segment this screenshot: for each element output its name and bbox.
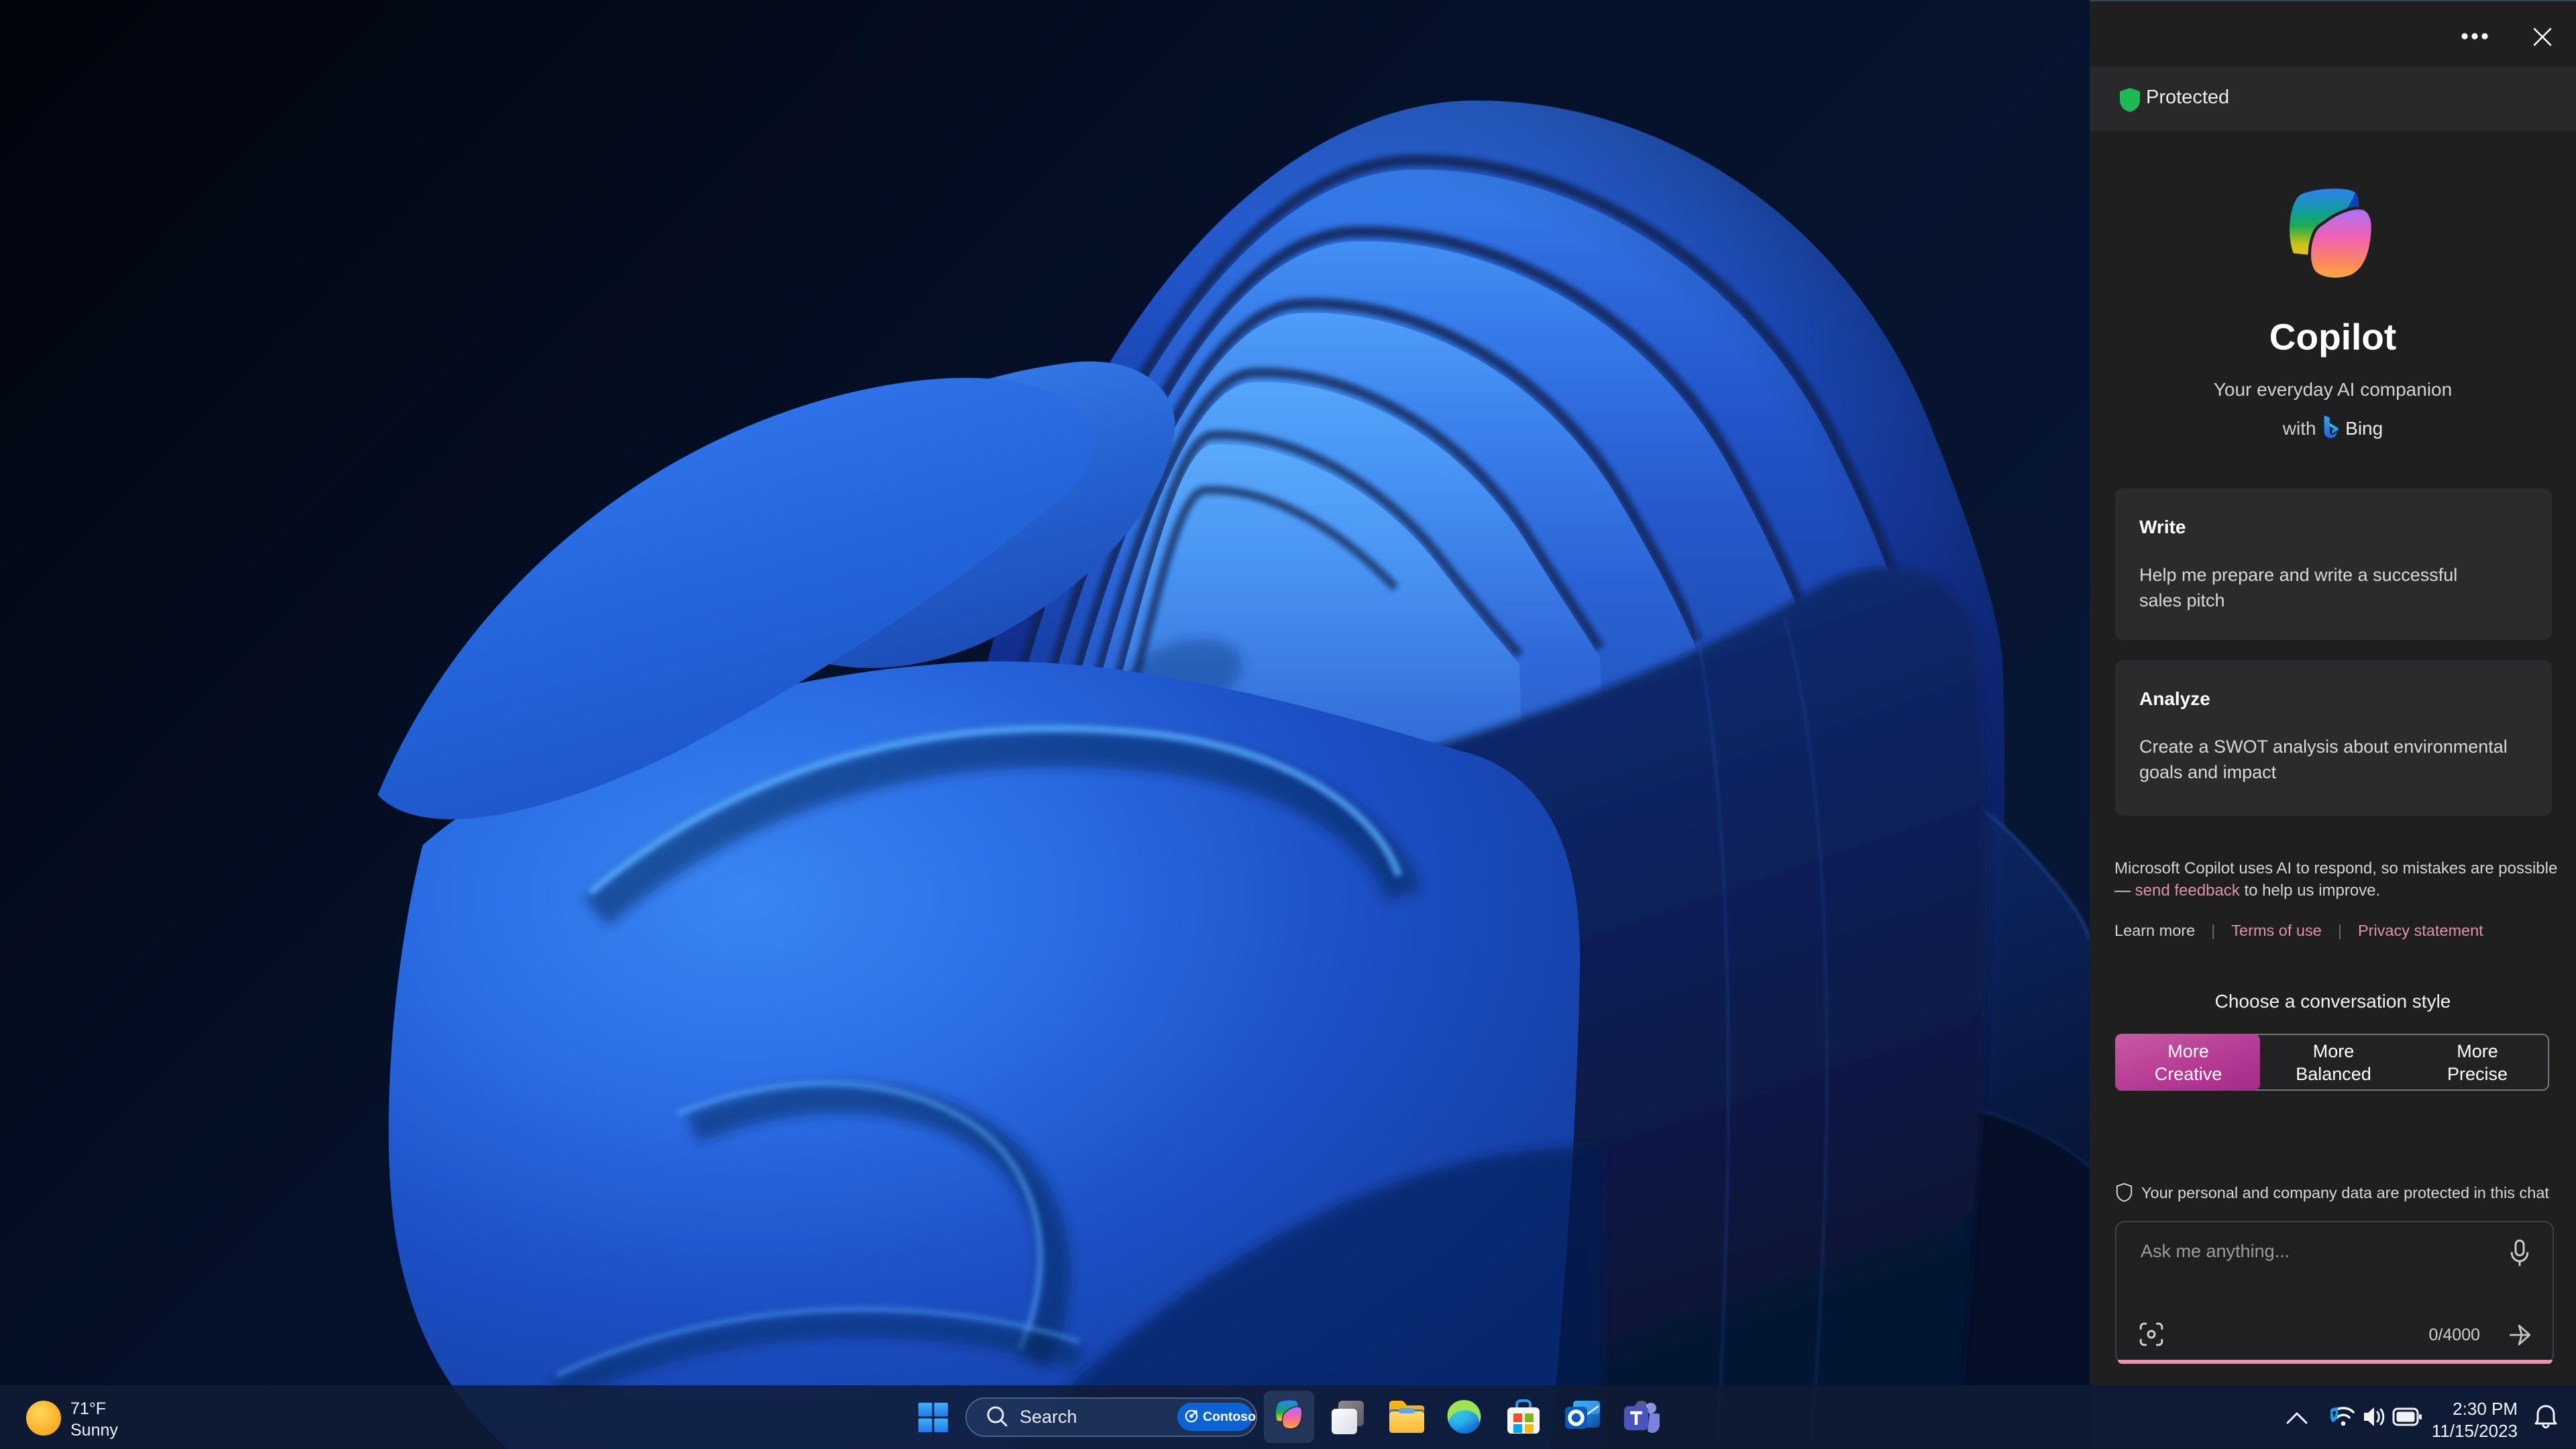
svg-text:Contoso: Contoso: [1203, 1409, 1256, 1424]
svg-text:Search: Search: [1020, 1407, 1077, 1427]
